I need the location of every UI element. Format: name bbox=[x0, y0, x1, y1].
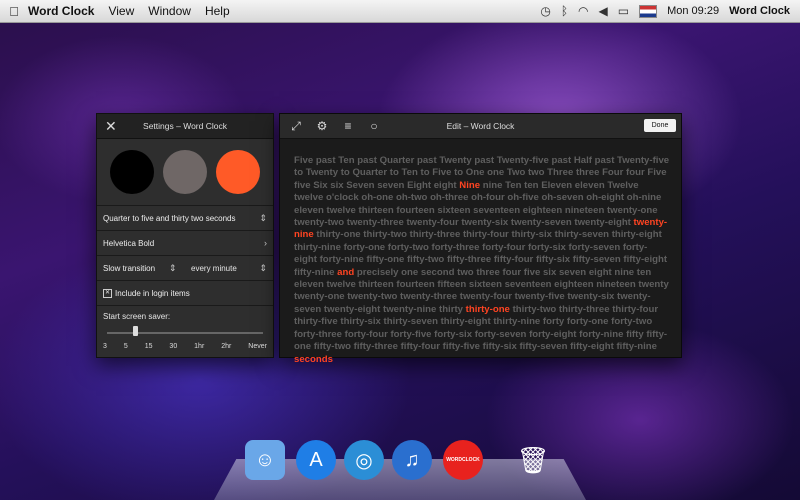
font-label: Helvetica Bold bbox=[103, 238, 155, 248]
done-button[interactable]: Done bbox=[644, 119, 676, 132]
edit-window: ⤢ ⚙ ≡ ○ Edit – Word Clock Done Five past… bbox=[279, 113, 682, 365]
dock-trash-icon[interactable]: 🗑 bbox=[513, 440, 553, 480]
updown-icon: ⇕ bbox=[259, 212, 267, 223]
screen-saver-section: Start screen saver: 3 5 15 30 1hr 2hr Ne… bbox=[97, 306, 273, 350]
tick-label: 15 bbox=[144, 343, 153, 350]
circle-icon[interactable]: ○ bbox=[364, 119, 384, 133]
menu-window[interactable]: Window bbox=[148, 4, 191, 18]
word-clock-text: Five past Ten past Quarter past Twenty p… bbox=[294, 155, 670, 366]
highlighted-word: thirty-one bbox=[465, 303, 510, 315]
gear-icon[interactable]: ⚙ bbox=[312, 119, 332, 133]
frequency-select[interactable]: every minute bbox=[191, 264, 237, 273]
edit-titlebar: ⤢ ⚙ ≡ ○ Edit – Word Clock Done bbox=[280, 114, 681, 139]
login-label: Include in login items bbox=[115, 288, 190, 298]
color-swatches bbox=[97, 139, 273, 206]
menu-extras: ◷ ᛒ ◠ ◀ ▭ Mon 09:29 Word Clock bbox=[540, 0, 790, 22]
tick-label: 1hr bbox=[194, 343, 205, 350]
dock-word-clock-icon[interactable]: WORDCLOCK bbox=[443, 440, 483, 480]
highlighted-word: seconds bbox=[294, 353, 333, 365]
style-label: Quarter to five and thirty two seconds bbox=[103, 213, 236, 223]
wifi-icon[interactable]: ◠ bbox=[578, 4, 588, 18]
slider-knob[interactable] bbox=[133, 326, 138, 336]
settings-panel: ✕ Settings – Word Clock Quarter to five … bbox=[96, 113, 274, 358]
login-items-row: ✕ Include in login items bbox=[97, 281, 273, 306]
style-selector[interactable]: Quarter to five and thirty two seconds ⇕ bbox=[97, 206, 273, 231]
swatch-orange[interactable] bbox=[216, 150, 261, 194]
menu-clock[interactable]: Mon 09:29 bbox=[667, 5, 719, 17]
screen-saver-label: Start screen saver: bbox=[103, 312, 171, 321]
dock-safari-icon[interactable]: ◎ bbox=[344, 440, 384, 480]
swatch-gray[interactable] bbox=[162, 150, 207, 194]
tick-label: Never bbox=[248, 343, 267, 350]
highlighted-word: and bbox=[337, 266, 355, 278]
menu-app-name[interactable]: Word Clock bbox=[28, 4, 94, 18]
dock-finder-icon[interactable]: ☺ bbox=[245, 440, 285, 480]
apple-icon[interactable]:  bbox=[0, 4, 28, 19]
bluetooth-icon[interactable]: ᛒ bbox=[561, 4, 568, 18]
slider-ticks: 3 5 15 30 1hr 2hr Never bbox=[103, 343, 267, 350]
dock-app-store-icon[interactable]: A bbox=[296, 440, 336, 480]
tick-label: 30 bbox=[169, 343, 178, 350]
time-machine-icon[interactable]: ◷ bbox=[540, 4, 550, 18]
transition-row: Slow transition ⇕ every minute ⇕ bbox=[97, 256, 273, 281]
dock-itunes-icon[interactable]: ♫ bbox=[392, 440, 432, 480]
tick-label: 5 bbox=[123, 343, 128, 350]
menu-view[interactable]: View bbox=[108, 4, 134, 18]
fullscreen-icon[interactable]: ⤢ bbox=[286, 119, 306, 134]
transition-select[interactable]: Slow transition bbox=[103, 264, 155, 273]
slider-track bbox=[107, 332, 263, 334]
list-icon[interactable]: ≡ bbox=[338, 119, 358, 133]
chevron-right-icon: › bbox=[264, 238, 267, 248]
settings-titlebar: ✕ Settings – Word Clock bbox=[97, 114, 273, 139]
close-icon[interactable]: ✕ bbox=[105, 118, 117, 135]
transition-updown-icon[interactable]: ⇕ bbox=[169, 263, 177, 274]
swatch-black[interactable] bbox=[109, 150, 154, 194]
settings-title: Settings – Word Clock bbox=[143, 121, 227, 131]
font-selector[interactable]: Helvetica Bold › bbox=[97, 231, 273, 256]
highlighted-word: Nine bbox=[459, 179, 481, 191]
battery-icon[interactable]: ▭ bbox=[618, 4, 629, 18]
input-source-flag-icon[interactable] bbox=[639, 4, 658, 18]
volume-icon[interactable]: ◀ bbox=[599, 4, 608, 18]
menu-app-name-right[interactable]: Word Clock bbox=[729, 5, 790, 17]
screen-saver-slider[interactable] bbox=[103, 325, 267, 339]
tick-label: 2hr bbox=[221, 343, 232, 350]
menu-bar:  Word Clock View Window Help ◷ ᛒ ◠ ◀ ▭ … bbox=[0, 0, 800, 23]
frequency-updown-icon[interactable]: ⇕ bbox=[259, 263, 267, 274]
login-checkbox[interactable]: ✕ bbox=[103, 288, 112, 298]
menu-help[interactable]: Help bbox=[205, 4, 230, 18]
tick-label: 3 bbox=[103, 343, 107, 350]
